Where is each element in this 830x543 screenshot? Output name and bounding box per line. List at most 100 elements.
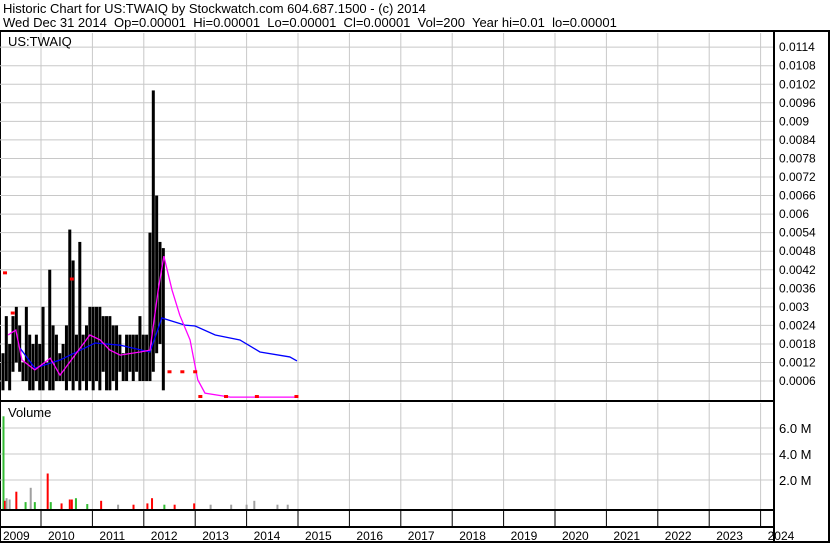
price-bar: [4, 316, 8, 382]
price-axis-label: 0.0078: [779, 151, 816, 165]
year-label: 2017: [408, 529, 435, 543]
price-axis-label: 0.0084: [779, 133, 816, 147]
volume-bar: [117, 504, 120, 509]
price-axis-label: 0.0066: [779, 189, 816, 203]
close-marker: [193, 370, 198, 374]
price-bar: [131, 334, 135, 382]
price-axis-label: 0.0114: [779, 40, 815, 54]
symbol-label: US:TWAIQ: [8, 34, 72, 49]
price-bar: [11, 316, 15, 372]
price-bar: [51, 325, 55, 391]
year-label: 2020: [562, 529, 589, 543]
close-marker: [254, 395, 259, 399]
volume-bar: [100, 500, 103, 509]
volume-bar: [146, 503, 149, 509]
price-bar: [74, 334, 78, 382]
price-bar: [21, 362, 25, 382]
volume-bar: [193, 503, 196, 509]
price-axis-label: 0.0042: [779, 263, 816, 277]
price-axis-label: 0.0012: [779, 356, 816, 370]
price-axis-label: 0.0048: [779, 244, 816, 258]
price-axis-label: 0.0024: [779, 318, 816, 332]
volume-axis-label: 2.0 M: [779, 473, 812, 488]
price-axis-label: 0.0054: [779, 226, 816, 240]
price-bar: [111, 325, 115, 382]
year-label: 2021: [613, 529, 640, 543]
close-marker: [167, 370, 172, 374]
price-bar: [118, 334, 122, 372]
year-label: 2015: [305, 529, 332, 543]
price-bar: [115, 325, 119, 391]
price-bar: [125, 334, 129, 382]
price-axis-label: 0.0036: [779, 281, 816, 295]
price-axis-label: 0.006: [779, 207, 809, 221]
price-axis-label: 0.0108: [779, 59, 816, 73]
volume-bar: [5, 498, 8, 509]
price-bar: [24, 306, 28, 382]
volume-bar: [163, 504, 166, 509]
close-marker: [3, 271, 8, 275]
close-marker: [69, 277, 74, 281]
volume-bar: [2, 416, 5, 509]
year-label: 2013: [202, 529, 229, 543]
price-bar: [95, 306, 99, 382]
price-bar: [148, 232, 152, 382]
year-label: 2023: [716, 529, 743, 543]
volume-label: Volume: [8, 405, 51, 420]
price-axis-label: 0.003: [779, 300, 809, 314]
volume-bar: [245, 504, 248, 509]
volume-bar: [230, 504, 233, 509]
close-marker: [198, 395, 203, 399]
close-marker: [180, 370, 185, 374]
year-label: 2016: [356, 529, 383, 543]
volume-axis-label: 4.0 M: [779, 447, 812, 462]
price-axis-label: 0.0102: [779, 77, 816, 91]
price-bar: [141, 334, 145, 382]
volume-bar: [15, 491, 18, 509]
price-bar: [78, 241, 82, 391]
price-axis-label: 0.0072: [779, 170, 816, 184]
volume-bar: [86, 504, 89, 509]
price-bar: [105, 316, 109, 391]
close-marker: [10, 311, 15, 315]
volume-bar: [68, 499, 71, 509]
price-bar: [121, 353, 125, 382]
year-label: 2019: [511, 529, 538, 543]
volume-bar: [8, 499, 11, 509]
year-label: 2018: [459, 529, 486, 543]
volume-bar: [60, 503, 63, 509]
volume-bar: [173, 504, 176, 509]
price-bar: [48, 269, 52, 391]
year-label: 2011: [99, 529, 125, 543]
price-bar: [1, 353, 5, 391]
price-axis-label: 0.0006: [779, 374, 816, 388]
price-bar: [61, 343, 65, 382]
year-label: 2009: [3, 529, 30, 543]
volume-bar: [151, 498, 154, 509]
volume-bar: [29, 487, 32, 509]
volume-bar: [286, 504, 289, 509]
volume-bar: [70, 499, 73, 509]
price-bar: [158, 241, 162, 344]
price-bar: [145, 334, 149, 382]
volume-axis-label: 6.0 M: [779, 421, 812, 436]
price-bar: [41, 306, 45, 391]
volume-bar: [132, 504, 135, 509]
price-bar: [58, 353, 62, 382]
year-label: 2014: [254, 529, 281, 543]
volume-bar: [209, 504, 212, 509]
volume-bar: [49, 502, 52, 509]
price-axis-label: 0.0096: [779, 96, 816, 110]
price-bar: [88, 306, 92, 382]
volume-bar: [253, 500, 256, 509]
price-bar: [68, 229, 72, 382]
price-bar: [98, 306, 102, 391]
chart-canvas: 0.0114 0.0108 0.0102 0.0096 0.009 0.0084 0.007…: [0, 30, 830, 543]
stock-chart: Historic Chart for US:TWAIQ by Stockwatc…: [0, 0, 830, 543]
close-marker: [224, 395, 229, 399]
year-label: 2010: [48, 529, 75, 543]
price-bar: [108, 316, 112, 391]
year-label: 2022: [665, 529, 692, 543]
price-bar: [84, 325, 88, 391]
price-bar: [138, 316, 142, 382]
